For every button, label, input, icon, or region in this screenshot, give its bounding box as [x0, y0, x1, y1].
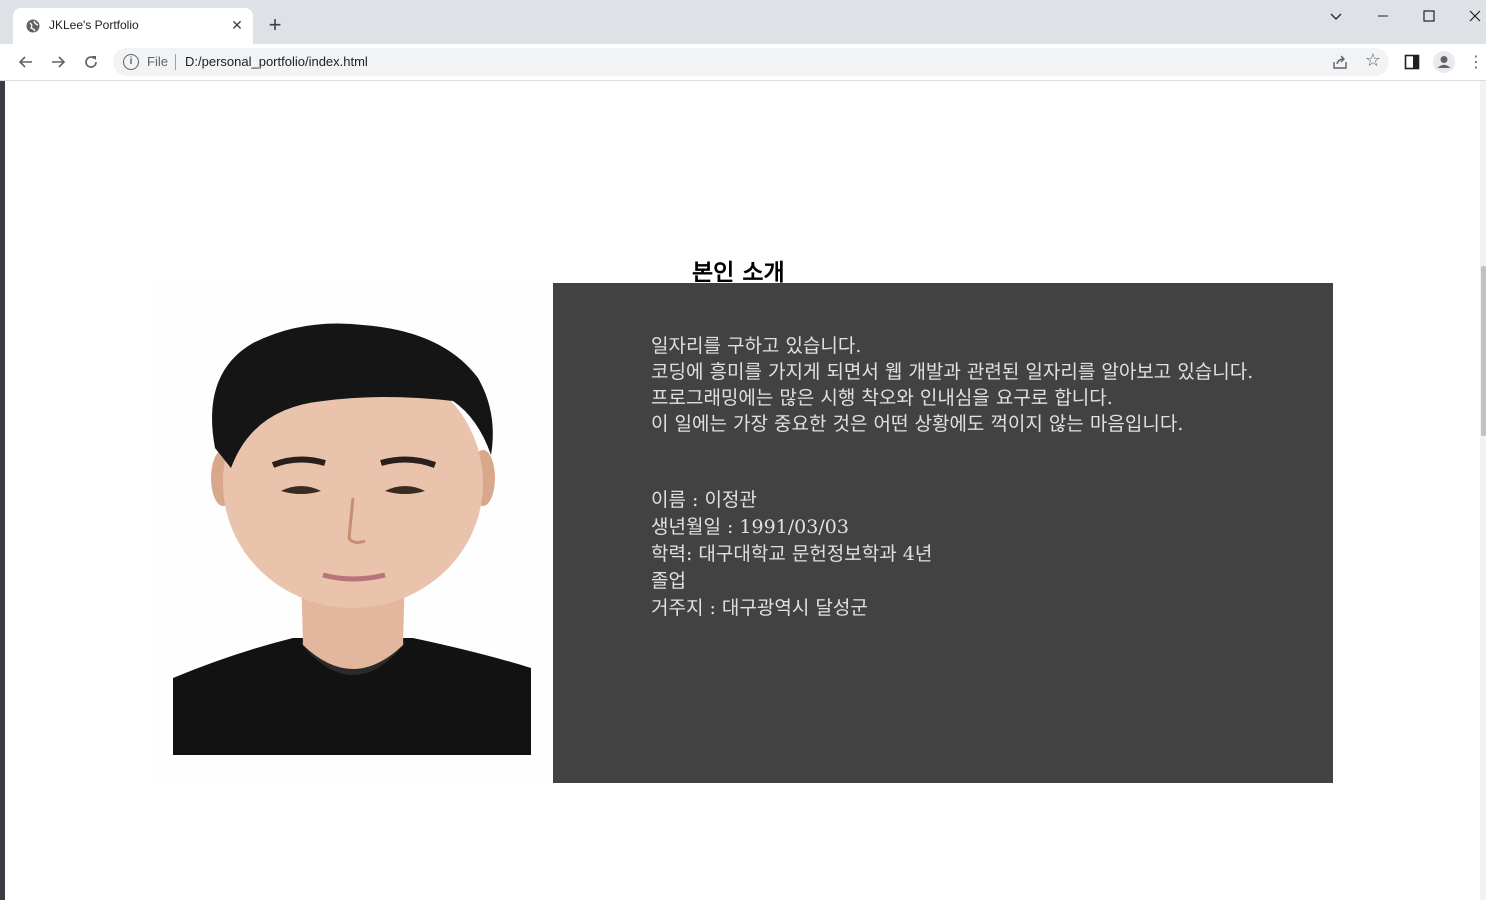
share-icon[interactable]	[1331, 53, 1349, 71]
tab-strip: JKLee's Portfolio ✕ +	[0, 0, 1486, 44]
globe-icon	[26, 19, 40, 33]
detail-residence: 거주지 : 대구광역시 달성군	[651, 597, 868, 619]
profile-photo	[153, 283, 553, 783]
star-icon[interactable]: ☆	[1363, 51, 1383, 71]
profile-icon[interactable]	[1433, 51, 1455, 73]
chevron-down-icon[interactable]	[1313, 4, 1359, 32]
divider	[175, 54, 176, 70]
scrollbar-thumb[interactable]	[1481, 266, 1486, 436]
detail-birth: 생년월일 : 1991/03/03	[651, 516, 849, 538]
detail-education-cont: 졸업	[651, 570, 686, 592]
reload-icon[interactable]	[79, 50, 103, 74]
intro-line: 프로그래밍에는 많은 시행 착오와 인내심을 요구로 합니다.	[651, 387, 1113, 409]
minimize-icon[interactable]	[1360, 4, 1406, 32]
address-bar[interactable]: i File D:/personal_portfolio/index.html …	[113, 48, 1389, 76]
intro-line: 코딩에 흥미를 가지게 되면서 웹 개발과 관련된 일자리를 알아보고 있습니다…	[651, 361, 1254, 383]
window-close-icon[interactable]	[1452, 4, 1486, 32]
sidebar-icon[interactable]	[1404, 54, 1420, 70]
scheme-label: File	[147, 54, 168, 69]
info-icon[interactable]: i	[123, 54, 139, 70]
intro-line: 일자리를 구하고 있습니다.	[651, 335, 862, 357]
browser-tab[interactable]: JKLee's Portfolio ✕	[13, 8, 253, 44]
browser-toolbar: i File D:/personal_portfolio/index.html …	[0, 44, 1486, 81]
detail-name: 이름 : 이정관	[651, 489, 757, 511]
plus-icon[interactable]: +	[264, 14, 286, 37]
forward-icon[interactable]	[46, 50, 70, 74]
personal-details: 이름 : 이정관 생년월일 : 1991/03/03 학력: 대구대학교 문헌정…	[651, 487, 932, 622]
close-icon[interactable]: ✕	[228, 17, 246, 35]
intro-panel: 일자리를 구하고 있습니다. 코딩에 흥미를 가지게 되면서 웹 개발과 관련된…	[553, 283, 1333, 783]
intro-text: 일자리를 구하고 있습니다. 코딩에 흥미를 가지게 되면서 웹 개발과 관련된…	[651, 333, 1253, 437]
page-title: 본인 소개	[692, 260, 785, 286]
url-text[interactable]: D:/personal_portfolio/index.html	[185, 54, 368, 69]
more-icon[interactable]: ⋮	[1466, 52, 1486, 72]
intro-line: 이 일에는 가장 중요한 것은 어떤 상황에도 꺽이지 않는 마음입니다.	[651, 413, 1184, 435]
desktop-edge	[0, 81, 5, 900]
maximize-icon[interactable]	[1406, 4, 1452, 32]
scrollbar-track[interactable]	[1480, 81, 1486, 900]
back-icon[interactable]	[14, 50, 38, 74]
detail-education: 학력: 대구대학교 문헌정보학과 4년	[651, 543, 933, 565]
tab-title: JKLee's Portfolio	[49, 18, 139, 32]
